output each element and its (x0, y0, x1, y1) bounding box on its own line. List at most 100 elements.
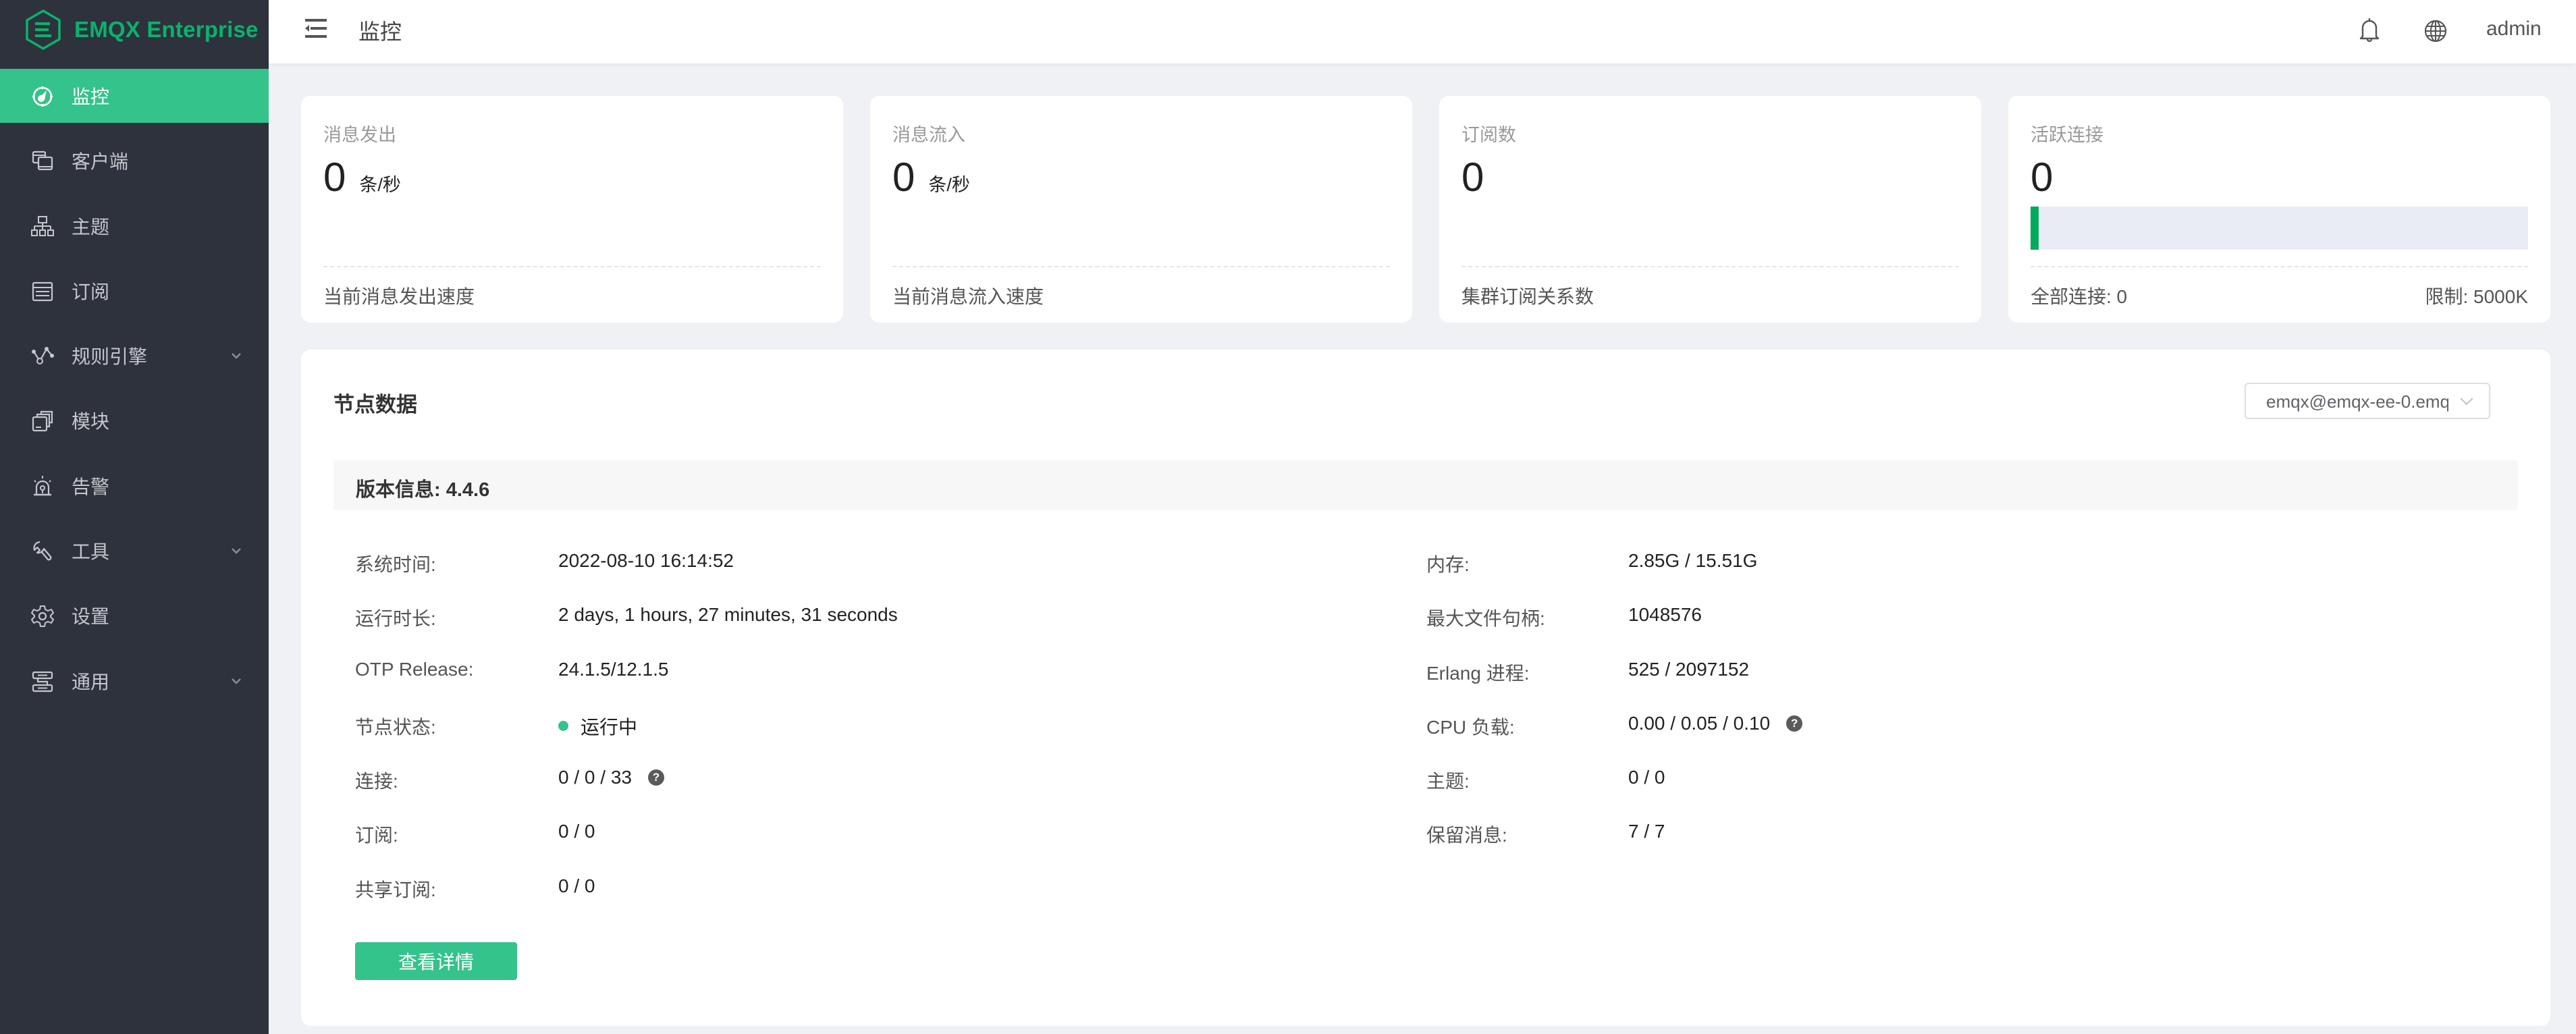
card-divider (892, 266, 1390, 267)
card-footer: 当前消息流入速度 (892, 282, 1390, 309)
info-value: 0 / 0 / 33 ? (558, 767, 664, 788)
sidebar-item-label: 设置 (72, 606, 110, 628)
card-footer-text: 当前消息发出速度 (323, 286, 475, 307)
status-dot-icon (558, 721, 568, 732)
stat-card-messages-in: 消息流入 0 条/秒 当前消息流入速度 (870, 96, 1412, 323)
info-value: 0.00 / 0.05 / 0.10 ? (1628, 713, 1803, 734)
info-label: 共享订阅: (355, 879, 436, 900)
stat-card-active-connections: 活跃连接 0 全部连接: 0 限制: 5000K (2008, 96, 2550, 323)
page-title: 监控 (358, 20, 402, 44)
menu-fold-icon[interactable] (305, 19, 327, 38)
node-status-text: 运行中 (581, 716, 638, 738)
sidebar-item-label: 主题 (72, 216, 110, 238)
total-connections: 全部连接: 0 (2031, 286, 2128, 307)
gear-icon (31, 605, 54, 628)
panel-title: 节点数据 (333, 393, 417, 416)
version-info-bar: 版本信息: 4.4.6 (333, 460, 2518, 510)
emqx-logo-icon (26, 9, 61, 51)
sidebar-item-label: 告警 (72, 476, 110, 497)
info-label: 内存: (1426, 554, 1470, 575)
card-number: 0 (323, 155, 346, 200)
sidebar-item-clients[interactable]: 客户端 (0, 134, 269, 188)
info-value: 525 / 2097152 (1628, 658, 1750, 680)
chevron-down-icon (230, 674, 243, 688)
info-label: CPU 负载: (1426, 716, 1515, 738)
help-icon[interactable]: ? (647, 769, 664, 786)
card-unit: 条/秒 (928, 175, 970, 195)
card-footer: 集群订阅关系数 (1461, 282, 1959, 309)
logo[interactable]: EMQX Enterprise (24, 8, 259, 51)
info-label: 系统时间: (355, 554, 436, 575)
connection-limit: 限制: 5000K (2425, 286, 2528, 307)
sidebar-item-tools[interactable]: 工具 (0, 524, 269, 578)
sidebar-item-modules[interactable]: 模块 (0, 393, 269, 447)
sidebar-item-general[interactable]: 通用 (0, 654, 269, 708)
brand-name: EMQX Enterprise (74, 17, 259, 42)
info-value: 0 / 0 (558, 875, 595, 896)
sidebar-item-label: 模块 (72, 411, 110, 433)
card-divider (1461, 266, 1959, 267)
wrench-icon (31, 540, 54, 563)
rule-engine-icon (31, 345, 54, 368)
card-divider (323, 266, 821, 267)
topics-icon (31, 215, 54, 238)
info-label: 保留消息: (1426, 825, 1507, 846)
info-value: 0 / 0 (558, 821, 595, 842)
sidebar-item-topics[interactable]: 主题 (0, 199, 269, 253)
sidebar-item-label: 订阅 (72, 281, 110, 302)
sidebar-item-label: 通用 (72, 671, 110, 692)
card-title: 活跃连接 (2031, 125, 2103, 145)
chevron-down-icon (2459, 395, 2474, 408)
node-data-panel: 节点数据 emqx@emqx-ee-0.emqx 版本信息: 4.4.6 系统时… (301, 350, 2550, 1026)
card-footer-text: 当前消息流入速度 (892, 286, 1044, 307)
card-number: 0 (2031, 155, 2054, 200)
help-icon[interactable]: ? (1786, 715, 1803, 732)
sidebar-nav: 监控 客户端 主题 订阅 规则引擎 模块 告警 工具 设置 通用 (0, 69, 269, 719)
user-menu[interactable]: admin (2486, 18, 2542, 40)
card-value: 0 条/秒 (323, 154, 401, 200)
info-label: OTP Release: (355, 658, 474, 680)
modules-icon (31, 410, 54, 433)
card-value: 0 (2031, 154, 2053, 200)
sidebar-item-subscriptions[interactable]: 订阅 (0, 264, 269, 318)
info-label: Erlang 进程: (1426, 662, 1530, 684)
info-label: 最大文件句柄: (1426, 608, 1545, 630)
connections-value: 0 / 0 / 33 (558, 767, 632, 788)
card-value: 0 (1461, 154, 1484, 200)
clients-icon (31, 150, 54, 173)
sidebar-item-label: 客户端 (72, 151, 129, 173)
info-label: 节点状态: (355, 716, 436, 738)
info-value: 运行中 (558, 713, 637, 740)
sidebar: EMQX Enterprise 监控 客户端 主题 订阅 规则引擎 模块 告警 … (0, 0, 269, 1034)
info-value: 7 / 7 (1628, 821, 1665, 842)
info-value: 24.1.5/12.1.5 (558, 658, 669, 680)
card-footer-text: 集群订阅关系数 (1461, 286, 1594, 307)
general-icon (31, 670, 54, 693)
info-value: 2.85G / 15.51G (1628, 550, 1758, 571)
info-label: 订阅: (355, 825, 398, 846)
card-title: 订阅数 (1461, 125, 1516, 145)
bell-icon[interactable] (2358, 16, 2381, 43)
card-title: 消息发出 (323, 125, 396, 145)
card-title: 消息流入 (892, 125, 965, 145)
card-number: 0 (892, 155, 915, 200)
info-value: 2 days, 1 hours, 27 minutes, 31 seconds (558, 604, 898, 626)
sidebar-item-monitor[interactable]: 监控 (0, 69, 269, 123)
sidebar-item-alarms[interactable]: 告警 (0, 459, 269, 513)
card-value: 0 条/秒 (892, 154, 970, 200)
info-label: 主题: (1426, 771, 1470, 792)
node-select[interactable]: emqx@emqx-ee-0.emqx (2245, 383, 2490, 419)
sidebar-item-label: 规则引擎 (72, 346, 148, 368)
info-label: 连接: (355, 771, 398, 792)
globe-icon[interactable] (2423, 19, 2448, 43)
stat-card-messages-out: 消息发出 0 条/秒 当前消息发出速度 (301, 96, 843, 323)
sidebar-item-settings[interactable]: 设置 (0, 589, 269, 643)
card-unit: 条/秒 (359, 175, 401, 195)
info-value: 0 / 0 (1628, 767, 1665, 788)
subscriptions-icon (31, 280, 54, 303)
view-details-button[interactable]: 查看详情 (355, 942, 517, 980)
sidebar-item-rule-engine[interactable]: 规则引擎 (0, 329, 269, 383)
card-number: 0 (1461, 155, 1484, 200)
connection-usage-bar (2031, 207, 2528, 250)
alarm-icon (31, 475, 54, 498)
